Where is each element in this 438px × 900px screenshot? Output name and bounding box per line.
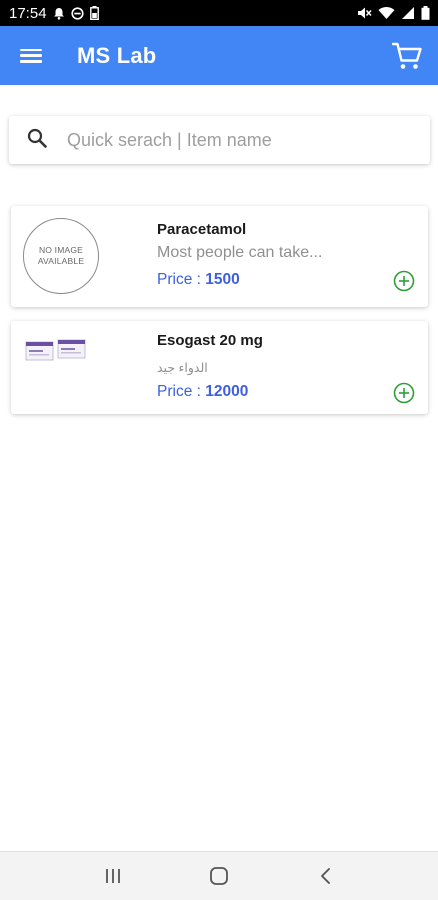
product-name: Esogast 20 mg	[157, 332, 263, 349]
product-image	[25, 337, 87, 363]
status-time: 17:54	[9, 4, 47, 22]
signal-icon	[401, 6, 415, 20]
recent-apps-icon[interactable]	[93, 856, 133, 896]
mute-icon	[357, 6, 372, 20]
add-to-cart-icon[interactable]	[393, 270, 415, 292]
wifi-icon: +	[378, 6, 395, 20]
svg-text:+: +	[389, 15, 393, 20]
shopping-cart-icon[interactable]	[392, 42, 422, 70]
do-not-disturb-icon	[70, 6, 84, 20]
no-image-text-line-1: NO IMAGE	[38, 245, 84, 255]
hamburger-menu-icon[interactable]	[20, 47, 42, 65]
search-icon[interactable]	[27, 128, 47, 153]
product-card[interactable]: Esogast 20 mg الدواء جيد Price : 12000	[11, 321, 428, 414]
price-value: 1500	[205, 271, 240, 288]
status-bar: 17:54 +	[0, 0, 438, 26]
product-card[interactable]: NO IMAGE AVAILABLE Paracetamol Most peop…	[11, 206, 428, 307]
status-bar-left: 17:54	[9, 5, 99, 22]
search-input[interactable]	[67, 129, 387, 151]
product-description: الدواء جيد	[157, 361, 208, 375]
battery-saver-icon	[89, 6, 99, 20]
status-bar-right: +	[357, 6, 430, 20]
price-value: 12000	[205, 383, 249, 400]
add-to-cart-icon[interactable]	[393, 382, 415, 404]
no-image-placeholder: NO IMAGE AVAILABLE	[23, 218, 99, 294]
battery-icon	[421, 6, 430, 20]
product-price: Price : 1500	[157, 271, 240, 289]
product-price: Price : 12000	[157, 383, 248, 401]
price-label: Price :	[157, 383, 201, 400]
app-bar: MS Lab	[0, 26, 438, 85]
back-icon[interactable]	[305, 856, 345, 896]
no-image-text-line-2: AVAILABLE	[37, 256, 85, 266]
app-title: MS Lab	[77, 42, 157, 68]
search-bar[interactable]	[9, 116, 430, 164]
product-name: Paracetamol	[157, 221, 247, 238]
bell-icon	[53, 7, 65, 20]
price-label: Price :	[157, 271, 201, 288]
product-description: Most people can take...	[157, 244, 323, 261]
home-icon[interactable]	[199, 856, 239, 896]
system-nav-bar	[0, 851, 438, 900]
